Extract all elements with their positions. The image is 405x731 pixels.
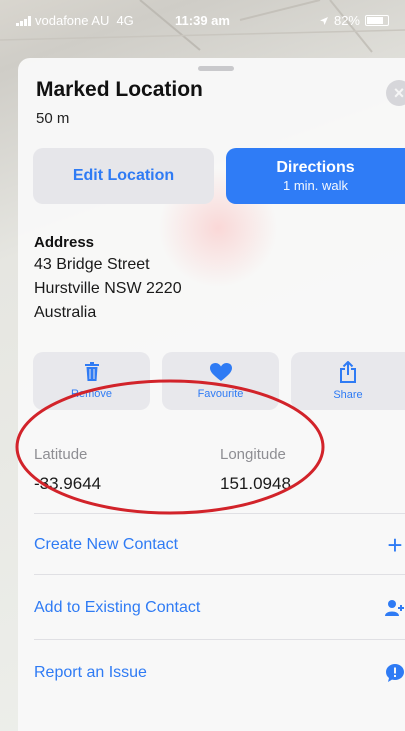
distance-text: 50 m [36, 110, 70, 127]
speech-bubble-icon[interactable] [380, 658, 405, 688]
speech-bubble-glyph [386, 664, 404, 682]
add-person-icon[interactable] [380, 593, 405, 623]
battery-percent: 82% [333, 13, 360, 28]
add-person-glyph [385, 600, 404, 616]
address-line-3: Australia [34, 304, 97, 321]
location-arrow-icon [319, 16, 328, 25]
edit-location-button[interactable]: Edit Location [33, 148, 214, 204]
address-line-2: Hurstville NSW 2220 [34, 280, 182, 297]
edit-location-label: Edit Location [72, 167, 175, 184]
status-right: 82% [319, 13, 389, 28]
plus-icon[interactable]: + [380, 530, 405, 560]
directions-button[interactable]: Directions 1 min. walk [226, 148, 405, 204]
card-title: Marked Location [36, 78, 203, 101]
battery-fill [367, 17, 384, 24]
close-button[interactable]: × [386, 80, 405, 106]
directions-eta: 1 min. walk [282, 178, 349, 193]
red-annotation-ellipse [15, 379, 325, 515]
close-icon: × [393, 82, 405, 103]
address-line-1: 43 Bridge Street [34, 256, 150, 273]
directions-label: Directions [276, 159, 355, 176]
divider [34, 574, 405, 575]
divider [34, 639, 405, 640]
status-bar: vodafone AU 4G 11:39 am 82% [0, 0, 405, 44]
create-new-contact-link[interactable]: Create New Contact [34, 536, 178, 554]
report-an-issue-link[interactable]: Report an Issue [34, 664, 147, 682]
card-grabber[interactable] [198, 66, 234, 71]
add-to-existing-contact-link[interactable]: Add to Existing Contact [34, 599, 200, 617]
battery-icon [365, 15, 389, 26]
address-heading: Address [34, 234, 95, 251]
